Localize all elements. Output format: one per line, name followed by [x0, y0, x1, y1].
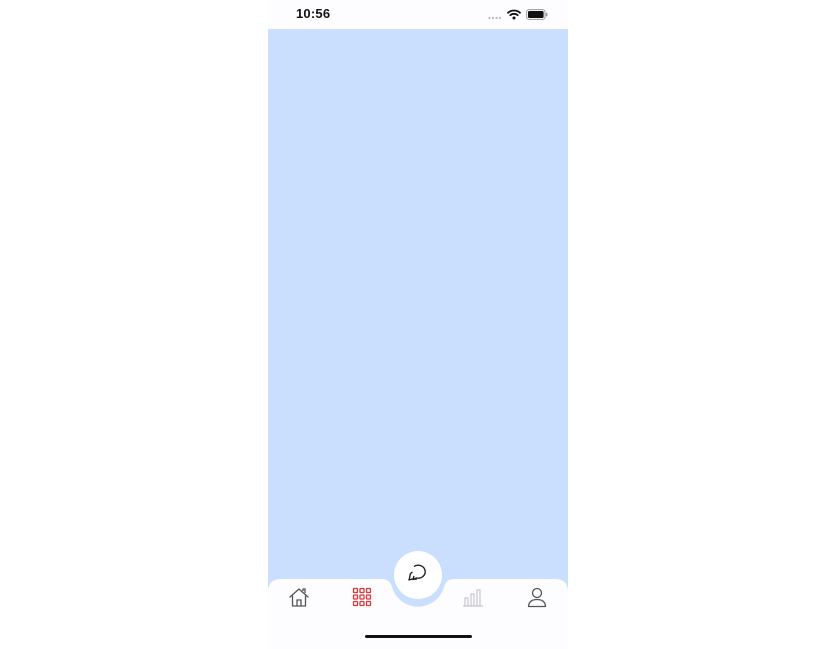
chat-icon [407, 562, 429, 589]
profile-icon [526, 586, 548, 613]
battery-icon [526, 7, 548, 25]
home-icon [288, 586, 310, 613]
tab-stats[interactable] [461, 587, 485, 611]
signal-icon [488, 7, 502, 25]
bar-chart-icon [462, 587, 484, 612]
status-icons [488, 7, 548, 25]
chat-button[interactable] [394, 551, 442, 599]
tab-apps[interactable] [350, 587, 374, 611]
phone-screen: 10:56 [268, 0, 568, 649]
content-area [268, 29, 568, 619]
status-bar: 10:56 [268, 0, 568, 29]
home-indicator [365, 635, 472, 638]
wifi-icon [507, 7, 521, 25]
tab-home[interactable] [287, 587, 311, 611]
tab-profile[interactable] [525, 587, 549, 611]
status-time: 10:56 [296, 6, 331, 21]
apps-grid-icon [352, 587, 372, 612]
